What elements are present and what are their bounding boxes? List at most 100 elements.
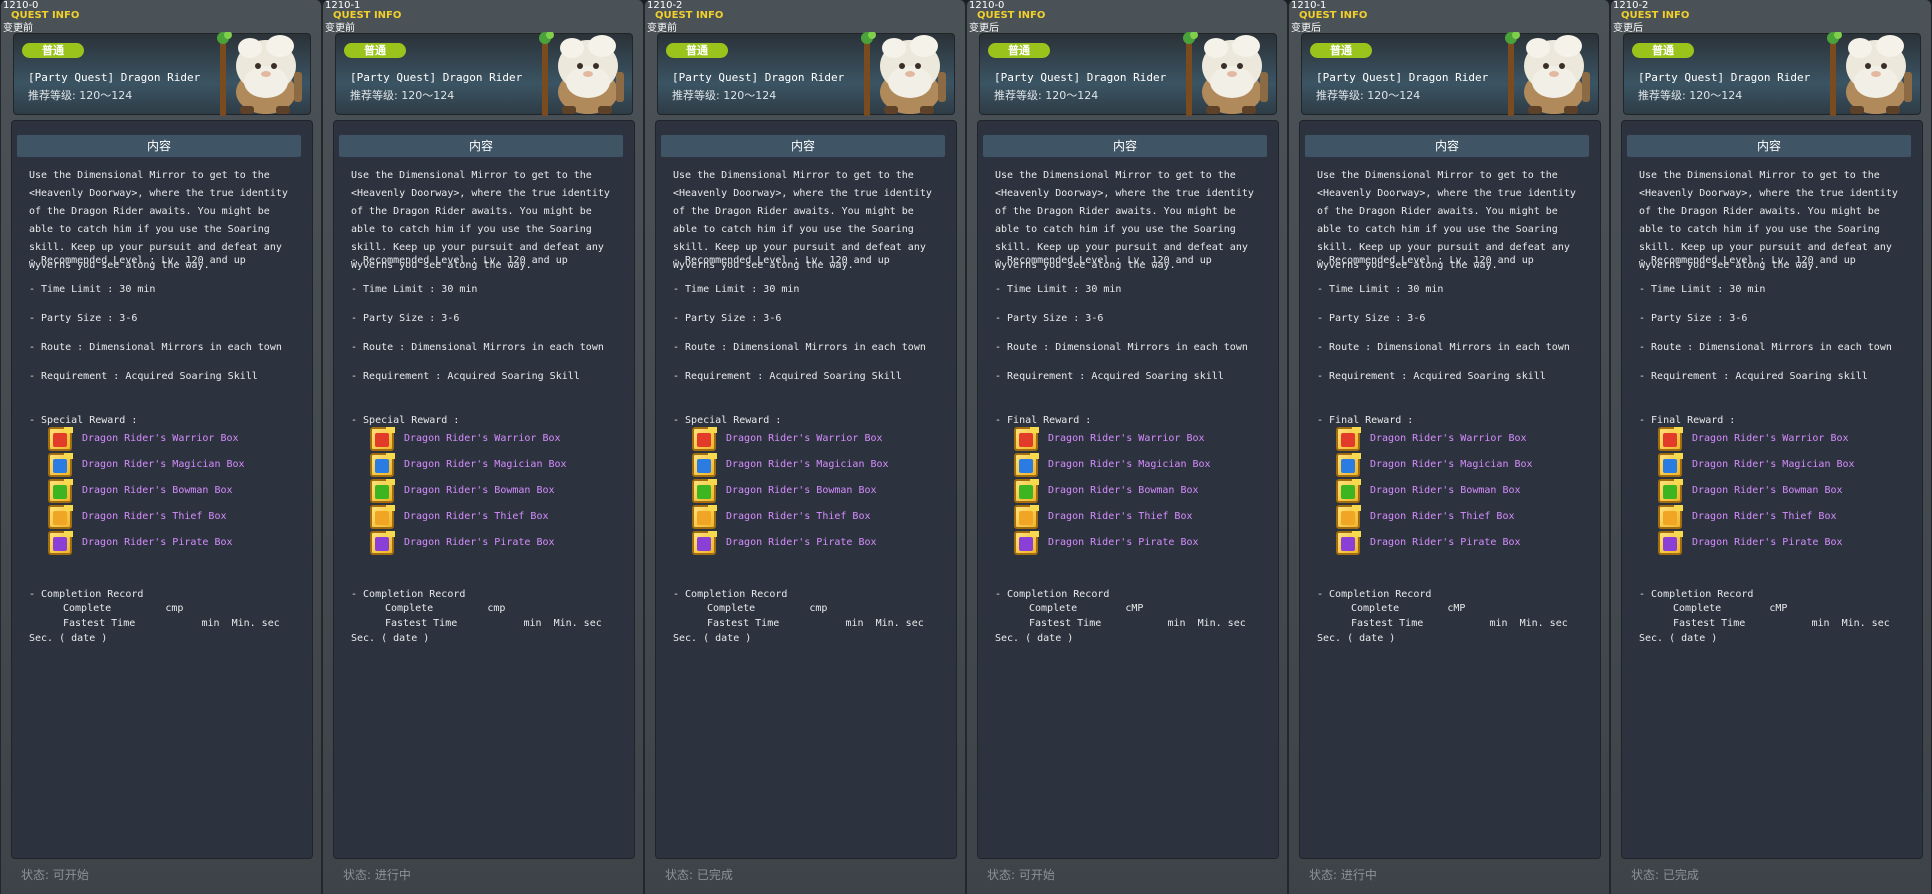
reward-label[interactable]: Dragon Rider's Magician Box bbox=[726, 459, 889, 471]
quest-content-box: 内容 Use the Dimensional Mirror to get to … bbox=[1621, 120, 1923, 859]
reward-label[interactable]: Dragon Rider's Magician Box bbox=[1370, 459, 1533, 471]
info-time-limit: - Time Limit : 30 min bbox=[351, 284, 478, 295]
reward-label[interactable]: Dragon Rider's Magician Box bbox=[1048, 459, 1211, 471]
thief-box-icon bbox=[1336, 505, 1361, 529]
reward-item[interactable]: Dragon Rider's Warrior Box bbox=[1658, 427, 1918, 451]
reward-item[interactable]: Dragon Rider's Bowman Box bbox=[692, 479, 952, 503]
quest-info-panel: 1210-0 QUEST INFO 变更前 普通 [Party Quest] D… bbox=[0, 0, 322, 894]
reward-label[interactable]: Dragon Rider's Bowman Box bbox=[726, 485, 877, 497]
reward-label[interactable]: Dragon Rider's Warrior Box bbox=[404, 433, 561, 445]
reward-label[interactable]: Dragon Rider's Thief Box bbox=[726, 511, 871, 523]
quest-name: [Party Quest] Dragon Rider bbox=[1638, 71, 1811, 84]
reward-item[interactable]: Dragon Rider's Pirate Box bbox=[48, 531, 308, 555]
quest-status: 状态: 进行中 bbox=[1309, 868, 1377, 882]
panel-title: QUEST INFO bbox=[1621, 10, 1690, 21]
reward-item[interactable]: Dragon Rider's Pirate Box bbox=[1336, 531, 1596, 555]
reward-label[interactable]: Dragon Rider's Pirate Box bbox=[1370, 537, 1521, 549]
quest-name: [Party Quest] Dragon Rider bbox=[350, 71, 523, 84]
reward-item[interactable]: Dragon Rider's Bowman Box bbox=[1336, 479, 1596, 503]
reward-label[interactable]: Dragon Rider's Warrior Box bbox=[1370, 433, 1527, 445]
reward-label[interactable]: Dragon Rider's Bowman Box bbox=[404, 485, 555, 497]
panel-title: QUEST INFO bbox=[1299, 10, 1368, 21]
reward-item[interactable]: Dragon Rider's Bowman Box bbox=[1658, 479, 1918, 503]
reward-item[interactable]: Dragon Rider's Magician Box bbox=[1658, 453, 1918, 477]
reward-label[interactable]: Dragon Rider's Pirate Box bbox=[1048, 537, 1199, 549]
npc-portrait-icon bbox=[1505, 32, 1590, 116]
reward-item[interactable]: Dragon Rider's Bowman Box bbox=[370, 479, 630, 503]
quest-content-box: 内容 Use the Dimensional Mirror to get to … bbox=[1299, 120, 1601, 859]
quest-info-panel: 1210-2 QUEST INFO 变更前 普通 [Party Quest] D… bbox=[644, 0, 966, 894]
pirate-box-icon bbox=[370, 531, 395, 555]
reward-label[interactable]: Dragon Rider's Magician Box bbox=[82, 459, 245, 471]
recommended-level-range: 推荐等级: 120～124 bbox=[1638, 89, 1743, 102]
reward-item[interactable]: Dragon Rider's Warrior Box bbox=[48, 427, 308, 451]
reward-label[interactable]: Dragon Rider's Magician Box bbox=[1692, 459, 1855, 471]
reward-item[interactable]: Dragon Rider's Magician Box bbox=[692, 453, 952, 477]
reward-heading: - Special Reward : bbox=[351, 415, 460, 426]
reward-label[interactable]: Dragon Rider's Bowman Box bbox=[1048, 485, 1199, 497]
info-time-limit: - Time Limit : 30 min bbox=[673, 284, 800, 295]
reward-label[interactable]: Dragon Rider's Pirate Box bbox=[404, 537, 555, 549]
reward-item[interactable]: Dragon Rider's Bowman Box bbox=[1014, 479, 1274, 503]
reward-label[interactable]: Dragon Rider's Warrior Box bbox=[1692, 433, 1849, 445]
reward-label[interactable]: Dragon Rider's Thief Box bbox=[1048, 511, 1193, 523]
reward-item[interactable]: Dragon Rider's Thief Box bbox=[370, 505, 630, 529]
reward-label[interactable]: Dragon Rider's Thief Box bbox=[404, 511, 549, 523]
bowman-box-icon bbox=[692, 479, 717, 503]
reward-item[interactable]: Dragon Rider's Thief Box bbox=[1658, 505, 1918, 529]
completion-record-heading: - Completion Record bbox=[995, 589, 1110, 600]
reward-label[interactable]: Dragon Rider's Bowman Box bbox=[1692, 485, 1843, 497]
panel-title: QUEST INFO bbox=[655, 10, 724, 21]
reward-label[interactable]: Dragon Rider's Pirate Box bbox=[1692, 537, 1843, 549]
magician-box-icon bbox=[1658, 453, 1683, 477]
reward-label[interactable]: Dragon Rider's Thief Box bbox=[1692, 511, 1837, 523]
reward-label[interactable]: Dragon Rider's Warrior Box bbox=[82, 433, 239, 445]
quest-info-panel: 1210-0 QUEST INFO 变更后 普通 [Party Quest] D… bbox=[966, 0, 1288, 894]
reward-heading: - Final Reward : bbox=[995, 415, 1092, 426]
warrior-box-icon bbox=[1014, 427, 1039, 451]
difficulty-badge: 普通 bbox=[344, 43, 406, 58]
panel-title: QUEST INFO bbox=[333, 10, 402, 21]
completion-record-fastest: Fastest Time min Min. sec bbox=[1351, 618, 1568, 629]
reward-item[interactable]: Dragon Rider's Magician Box bbox=[1014, 453, 1274, 477]
reward-item[interactable]: Dragon Rider's Pirate Box bbox=[1014, 531, 1274, 555]
quest-header: 普通 [Party Quest] Dragon Rider 推荐等级: 120～… bbox=[657, 32, 955, 116]
difficulty-badge: 普通 bbox=[666, 43, 728, 58]
reward-item[interactable]: Dragon Rider's Thief Box bbox=[48, 505, 308, 529]
quest-content-box: 内容 Use the Dimensional Mirror to get to … bbox=[655, 120, 957, 859]
reward-label[interactable]: Dragon Rider's Thief Box bbox=[1370, 511, 1515, 523]
reward-label[interactable]: Dragon Rider's Pirate Box bbox=[82, 537, 233, 549]
info-recommended-level: - Recommended Level : Lv. 120 and up bbox=[673, 255, 890, 266]
reward-item[interactable]: Dragon Rider's Warrior Box bbox=[370, 427, 630, 451]
bowman-box-icon bbox=[1336, 479, 1361, 503]
reward-item[interactable]: Dragon Rider's Magician Box bbox=[370, 453, 630, 477]
reward-item[interactable]: Dragon Rider's Bowman Box bbox=[48, 479, 308, 503]
reward-item[interactable]: Dragon Rider's Warrior Box bbox=[1336, 427, 1596, 451]
reward-label[interactable]: Dragon Rider's Warrior Box bbox=[1048, 433, 1205, 445]
reward-item[interactable]: Dragon Rider's Warrior Box bbox=[692, 427, 952, 451]
completion-record-fastest: Fastest Time min Min. sec bbox=[707, 618, 924, 629]
reward-label[interactable]: Dragon Rider's Bowman Box bbox=[1370, 485, 1521, 497]
info-party-size: - Party Size : 3-6 bbox=[1317, 313, 1426, 324]
quest-content-box: 内容 Use the Dimensional Mirror to get to … bbox=[11, 120, 313, 859]
info-party-size: - Party Size : 3-6 bbox=[673, 313, 782, 324]
reward-item[interactable]: Dragon Rider's Thief Box bbox=[692, 505, 952, 529]
reward-label[interactable]: Dragon Rider's Bowman Box bbox=[82, 485, 233, 497]
reward-label[interactable]: Dragon Rider's Magician Box bbox=[404, 459, 567, 471]
info-recommended-level: - Recommended Level : Lv. 120 and up bbox=[1317, 255, 1534, 266]
reward-item[interactable]: Dragon Rider's Pirate Box bbox=[1658, 531, 1918, 555]
reward-item[interactable]: Dragon Rider's Magician Box bbox=[1336, 453, 1596, 477]
reward-item[interactable]: Dragon Rider's Warrior Box bbox=[1014, 427, 1274, 451]
reward-item[interactable]: Dragon Rider's Thief Box bbox=[1336, 505, 1596, 529]
info-recommended-level: - Recommended Level : Lv. 120 and up bbox=[351, 255, 568, 266]
reward-item[interactable]: Dragon Rider's Pirate Box bbox=[692, 531, 952, 555]
reward-label[interactable]: Dragon Rider's Thief Box bbox=[82, 511, 227, 523]
reward-label[interactable]: Dragon Rider's Pirate Box bbox=[726, 537, 877, 549]
completion-record-heading: - Completion Record bbox=[1317, 589, 1432, 600]
reward-item[interactable]: Dragon Rider's Magician Box bbox=[48, 453, 308, 477]
reward-item[interactable]: Dragon Rider's Thief Box bbox=[1014, 505, 1274, 529]
quest-header: 普通 [Party Quest] Dragon Rider 推荐等级: 120～… bbox=[13, 32, 311, 116]
reward-label[interactable]: Dragon Rider's Warrior Box bbox=[726, 433, 883, 445]
thief-box-icon bbox=[1014, 505, 1039, 529]
reward-item[interactable]: Dragon Rider's Pirate Box bbox=[370, 531, 630, 555]
